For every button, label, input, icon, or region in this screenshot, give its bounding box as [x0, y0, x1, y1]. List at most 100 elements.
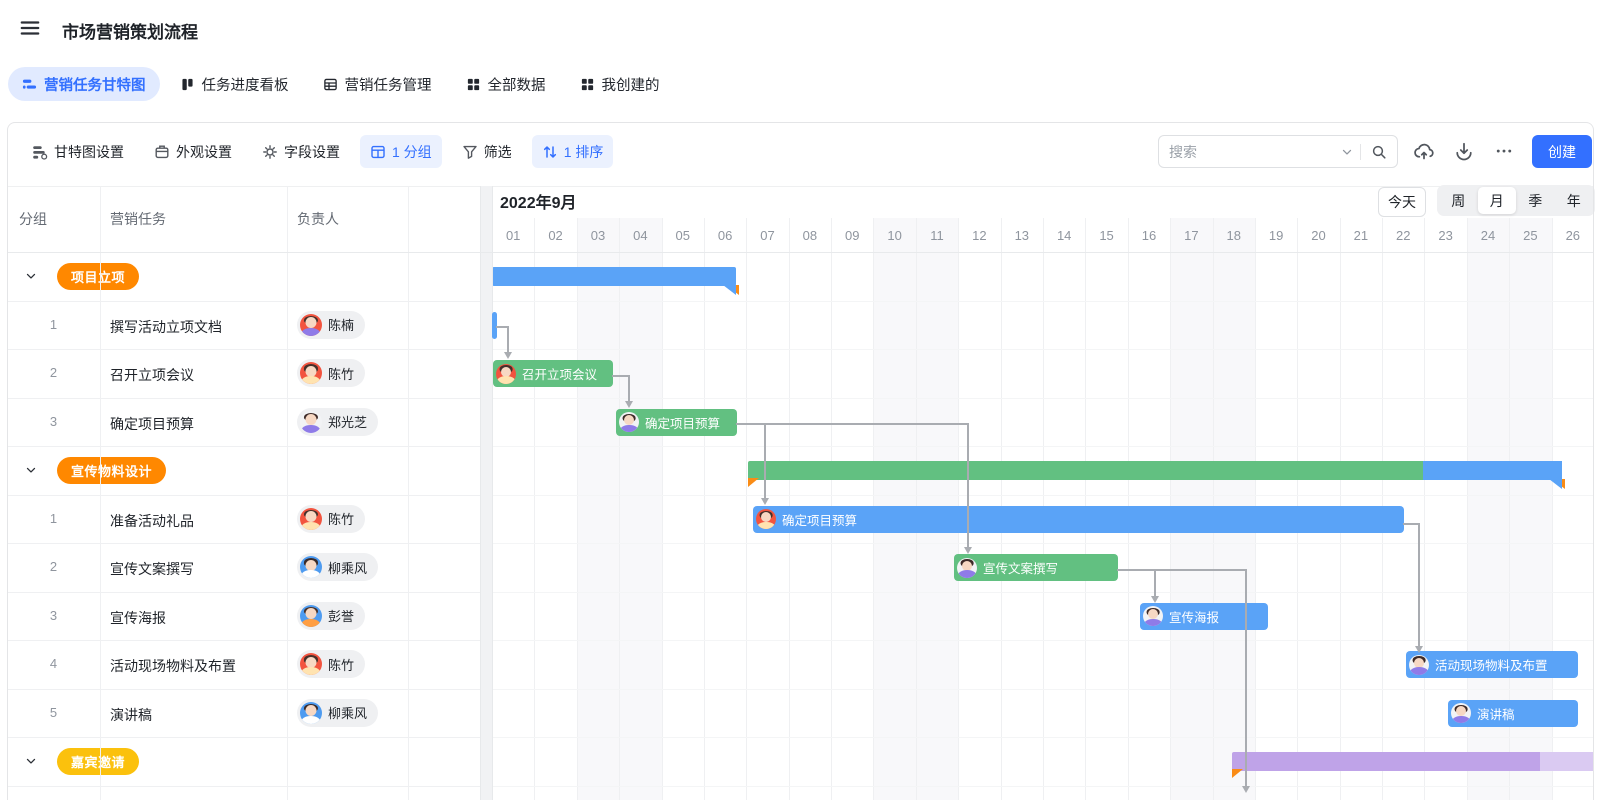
owner-chip[interactable]: 柳乘风 [297, 699, 378, 727]
dependency-line [764, 423, 766, 499]
day-label: 22 [1382, 222, 1424, 248]
day-label: 06 [704, 222, 746, 248]
day-label: 07 [746, 222, 788, 248]
gantt-bar-演讲稿[interactable]: 演讲稿 [1448, 700, 1578, 727]
table-row[interactable]: 2召开立项会议陈竹 [7, 349, 480, 398]
task-name[interactable]: 确定项目预算 [110, 414, 194, 434]
toolbar-button-sort[interactable]: 1 排序 [532, 135, 614, 168]
search-icon[interactable] [1361, 144, 1397, 160]
table-row[interactable]: 3确定项目预算郑光芝 [7, 398, 480, 447]
owner-chip[interactable]: 陈竹 [297, 650, 365, 678]
group-row[interactable]: 嘉宾邀请 [7, 737, 480, 786]
toolbar-button-gantt-settings[interactable]: 甘特图设置 [22, 135, 134, 168]
owner-chip[interactable]: 陈竹 [297, 505, 365, 533]
task-name[interactable]: 准备活动礼品 [110, 511, 194, 531]
table-row[interactable]: 1准备活动礼品陈竹 [7, 495, 480, 544]
tab-3[interactable]: 全部数据 [452, 67, 560, 101]
day-label: 04 [619, 222, 661, 248]
gantt-icon [22, 77, 37, 92]
owner-chip[interactable]: 陈楠 [297, 311, 365, 339]
toolbar-divider [7, 186, 1593, 187]
owner-chip[interactable]: 彭誉 [297, 602, 365, 630]
zoom-option-1[interactable]: 月 [1478, 187, 1517, 214]
gantt-row-divider [493, 737, 1593, 738]
table-row[interactable]: 2宣传文案撰写柳乘风 [7, 543, 480, 592]
gantt-row-divider [493, 398, 1593, 399]
zoom-option-2[interactable]: 季 [1516, 187, 1555, 214]
create-button[interactable]: 创建 [1532, 135, 1592, 168]
day-column-02 [534, 218, 576, 800]
search-input[interactable] [1159, 144, 1334, 160]
gantt-bar-宣传海报[interactable]: 宣传海报 [1140, 603, 1268, 630]
gantt-bar-summary-10[interactable] [1232, 752, 1594, 771]
owner-chip[interactable]: 陈竹 [297, 359, 365, 387]
avatar-shirt [1410, 667, 1428, 674]
table-row[interactable]: 5演讲稿柳乘风 [7, 689, 480, 738]
group-row[interactable]: 项目立项 [7, 252, 480, 301]
table-row[interactable]: 3宣传海报彭誉 [7, 592, 480, 641]
task-name[interactable]: 活动现场物料及布置 [110, 656, 236, 676]
owner-chip[interactable]: 柳乘风 [297, 553, 378, 581]
owner-name: 陈竹 [328, 509, 354, 528]
avatar-face [306, 414, 317, 425]
table-row[interactable]: 4 活动现场物料及布置 陈竹 [7, 640, 480, 689]
gantt-bar-summary-4[interactable] [748, 461, 1562, 480]
upload-icon[interactable] [1411, 139, 1437, 165]
gantt-bar-宣传文案撰写[interactable]: 宣传文案撰写 [954, 554, 1118, 581]
group-pill: 项目立项 [57, 263, 139, 290]
group-row[interactable]: 宣传物料设计 [7, 446, 480, 495]
task-name[interactable]: 宣传海报 [110, 608, 166, 628]
toolbar-button-gear[interactable]: 字段设置 [252, 135, 350, 168]
search-box[interactable] [1158, 135, 1398, 168]
gantt-row-divider [493, 495, 1593, 496]
chevron-down-icon[interactable] [24, 754, 38, 768]
group-pill: 嘉宾邀请 [57, 748, 139, 775]
zoom-option-3[interactable]: 年 [1555, 187, 1594, 214]
gantt-bar-summary-0[interactable] [492, 267, 736, 286]
tab-label: 营销任务甘特图 [44, 74, 146, 95]
toolbar-button-filter[interactable]: 筛选 [452, 135, 522, 168]
toolbar-button-label: 1 排序 [564, 142, 604, 162]
task-name[interactable]: 召开立项会议 [110, 365, 194, 385]
sort-icon [542, 144, 558, 160]
day-label: 26 [1552, 222, 1594, 248]
avatar-face [306, 317, 317, 328]
gantt-bar-活动现场物料及布置[interactable]: 活动现场物料及布置 [1406, 651, 1578, 678]
chevron-down-icon[interactable] [1334, 145, 1360, 159]
avatar-shirt [301, 328, 320, 336]
gantt-row-divider [493, 592, 1593, 593]
more-icon[interactable] [1491, 139, 1517, 165]
tab-1[interactable]: 任务进度看板 [166, 67, 303, 101]
task-name[interactable]: 撰写活动立项文档 [110, 317, 222, 337]
chevron-down-icon[interactable] [24, 463, 38, 477]
today-button[interactable]: 今天 [1378, 187, 1426, 217]
table-row[interactable]: 1撰写活动立项文档陈楠 [7, 301, 480, 350]
tab-2[interactable]: 营销任务管理 [309, 67, 446, 101]
gantt-bar-确定项目预算[interactable]: 确定项目预算 [616, 409, 737, 436]
summary-light-segment [1540, 752, 1594, 771]
gantt-bar-task-1[interactable] [492, 312, 497, 339]
toolbar-button-group[interactable]: 1 分组 [360, 135, 442, 168]
menu-icon[interactable] [18, 17, 42, 41]
zoom-option-0[interactable]: 周 [1439, 187, 1478, 214]
task-name[interactable]: 演讲稿 [110, 705, 152, 725]
row-number: 4 [7, 656, 100, 671]
gantt-bar-召开立项会议[interactable]: 召开立项会议 [493, 360, 613, 387]
download-icon[interactable] [1451, 139, 1477, 165]
tab-label: 营销任务管理 [345, 74, 432, 95]
avatar-shirt [497, 376, 515, 383]
gantt-row-divider [493, 689, 1593, 690]
tab-4[interactable]: 我创建的 [566, 67, 674, 101]
owner-chip[interactable]: 郑光芝 [297, 408, 378, 436]
gantt-row-divider [493, 543, 1593, 544]
owner-name: 郑光芝 [328, 412, 367, 431]
day-label: 10 [873, 222, 915, 248]
table-chart-splitter[interactable] [480, 186, 493, 800]
chevron-down-icon[interactable] [24, 269, 38, 283]
gantt-bar-确定项目预算[interactable]: 确定项目预算 [753, 506, 1404, 533]
toolbar-button-appearance[interactable]: 外观设置 [144, 135, 242, 168]
appearance-icon [154, 144, 170, 160]
task-name[interactable]: 宣传文案撰写 [110, 559, 194, 579]
avatar-shirt [301, 667, 320, 675]
tab-gantt-view[interactable]: 营销任务甘特图 [8, 67, 160, 101]
